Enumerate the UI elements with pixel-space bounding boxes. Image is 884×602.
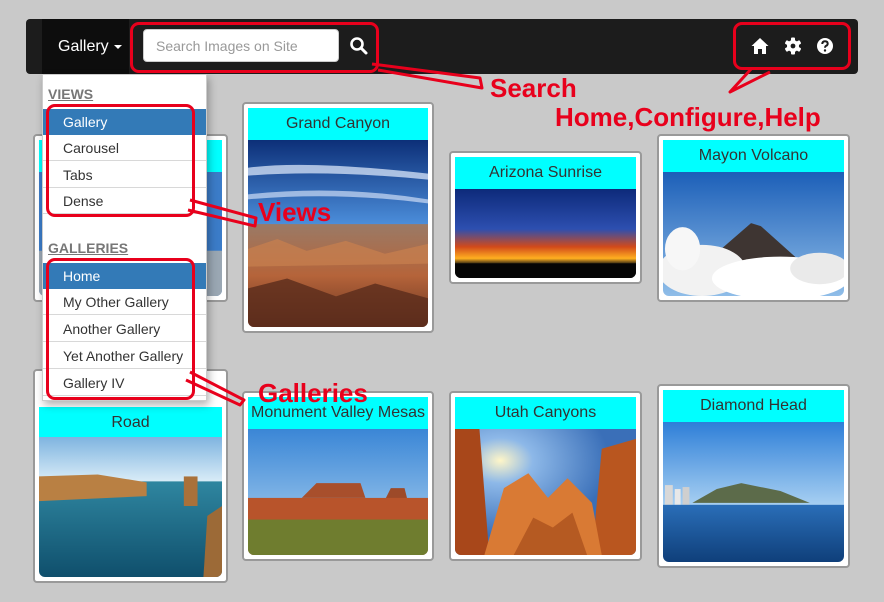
views-annotation: Views <box>258 197 332 227</box>
search-annotation: Search <box>490 73 577 103</box>
callout-arrows <box>185 62 771 407</box>
galleries-annotation: Galleries <box>258 378 368 408</box>
home-configure-help-annotation: Home,Configure,Help <box>555 102 821 132</box>
